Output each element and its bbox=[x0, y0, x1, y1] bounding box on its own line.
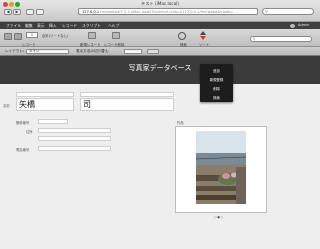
menu-record[interactable]: レコード bbox=[62, 22, 77, 29]
dropdown-item-delete[interactable]: 削除 bbox=[200, 86, 233, 91]
layout-label: レイアウト: bbox=[5, 49, 25, 53]
menu-file[interactable]: ファイル bbox=[6, 22, 21, 29]
photo-pager[interactable]: ○●○ bbox=[214, 215, 224, 219]
dropdown-item-new[interactable]: 新規登録 bbox=[200, 77, 233, 82]
add-tab-button[interactable] bbox=[26, 9, 34, 15]
last-name-field[interactable]: 矢橋 bbox=[16, 98, 74, 111]
page-title: 写真家データベース bbox=[128, 64, 192, 72]
layout-select[interactable]: メイン bbox=[26, 49, 69, 54]
quick-find-icon: ⚲ bbox=[253, 37, 256, 41]
record-number-field[interactable]: 1 bbox=[26, 32, 38, 38]
quick-find-field[interactable]: ⚲ bbox=[250, 36, 312, 42]
menu-insert[interactable]: 挿入 bbox=[49, 22, 57, 29]
menu-view[interactable]: 表示 bbox=[37, 22, 45, 29]
table-view-button[interactable] bbox=[147, 49, 159, 54]
browser-titlebar: テスト (iMac.local) ◀ ▶ 127.0.0.1 fmi/webd#… bbox=[0, 0, 320, 22]
phone-label: 電話番号 bbox=[16, 148, 30, 152]
browser-search-field[interactable]: ⚲ bbox=[262, 8, 314, 15]
previous-record-icon[interactable] bbox=[4, 33, 12, 40]
magnifier-icon: ⚲ bbox=[265, 9, 268, 14]
name-label: 名前 bbox=[3, 104, 10, 108]
pager-dot-3[interactable]: ○ bbox=[220, 215, 223, 219]
window-title: テスト (iMac.local) bbox=[141, 1, 179, 6]
menu-help[interactable]: ヘルプ bbox=[108, 22, 119, 29]
delete-record-icon[interactable] bbox=[112, 32, 120, 39]
back-button[interactable]: ◀ bbox=[4, 9, 12, 15]
url-host: 127.0.0.1 bbox=[82, 10, 100, 14]
user-name[interactable]: Admin bbox=[298, 22, 309, 29]
work-photo[interactable] bbox=[196, 131, 246, 204]
works-label: 作品 bbox=[177, 121, 184, 125]
address-field-2[interactable] bbox=[38, 136, 111, 141]
menu-edit[interactable]: 編集 bbox=[25, 22, 33, 29]
menu-script[interactable]: スクリプト bbox=[82, 22, 101, 29]
address-field-1[interactable] bbox=[38, 128, 111, 133]
last-name-kana-field[interactable] bbox=[16, 92, 74, 97]
address-bar[interactable]: 127.0.0.1 fmi/webd#テスト(iMac.local)?homeu… bbox=[78, 8, 258, 15]
action-dropdown: 追加 新規登録 削除 検索 bbox=[200, 64, 233, 102]
dropdown-item-add[interactable]: 追加 bbox=[200, 68, 233, 73]
new-record-icon[interactable] bbox=[88, 32, 96, 39]
app-menubar: ファイル 編集 表示 挿入 レコード スクリプト ヘルプ Admin bbox=[0, 22, 320, 29]
next-record-icon[interactable] bbox=[14, 33, 22, 40]
record-total: 合計(ソートなし) bbox=[42, 34, 69, 38]
address-label: 住所 bbox=[26, 130, 33, 134]
phone-field[interactable] bbox=[38, 146, 111, 151]
first-name-kana-field[interactable] bbox=[80, 92, 174, 97]
postal-code-label: 郵便番号 bbox=[16, 121, 30, 125]
postal-code-field[interactable] bbox=[38, 119, 68, 124]
user-icon bbox=[290, 23, 295, 28]
view-as-label: 表示方法の切り替え: bbox=[76, 49, 110, 53]
first-name-field[interactable]: 司 bbox=[80, 98, 174, 111]
dropdown-item-find[interactable]: 検索 bbox=[200, 95, 233, 100]
url-path: fmi/webd#テスト(iMac.local)?homeurl=http://… bbox=[99, 10, 237, 14]
share-button[interactable] bbox=[36, 9, 44, 15]
forward-button[interactable]: ▶ bbox=[13, 9, 21, 15]
find-icon[interactable] bbox=[178, 32, 186, 40]
sort-icon[interactable] bbox=[200, 31, 206, 40]
view-as-select[interactable] bbox=[124, 49, 142, 54]
